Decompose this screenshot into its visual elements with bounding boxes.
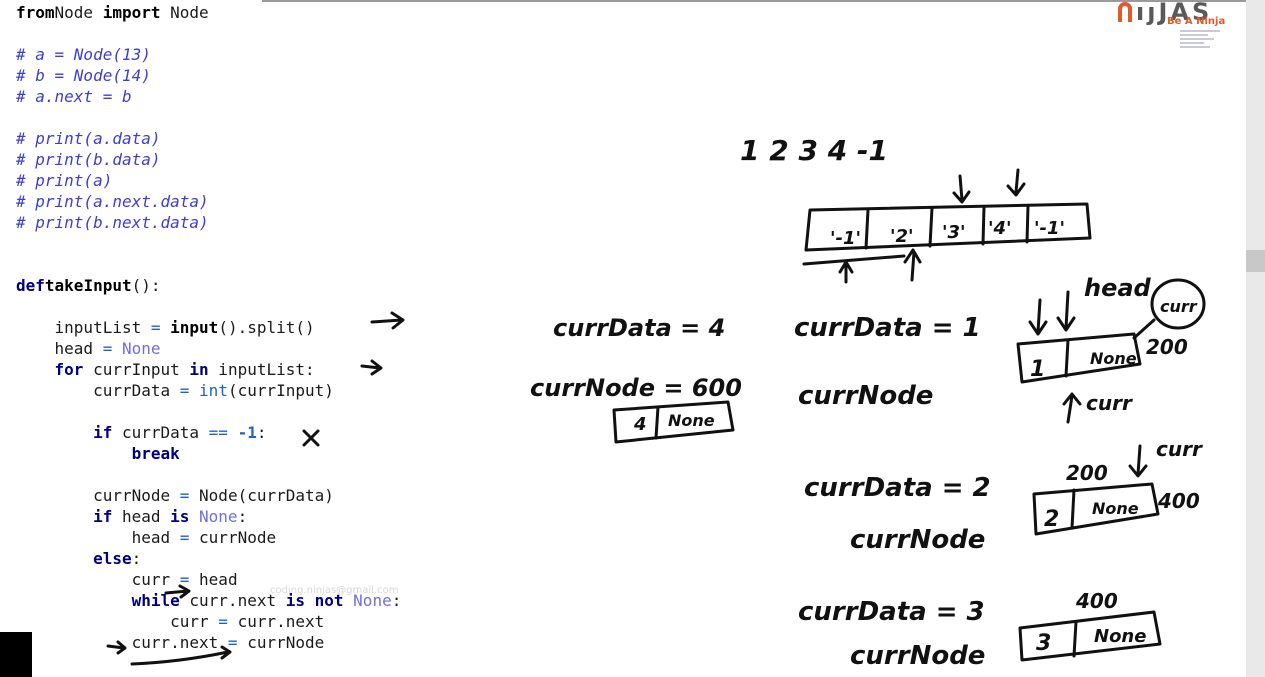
head-label: head bbox=[1084, 274, 1152, 302]
array-cell: '4' bbox=[988, 218, 1012, 239]
down-arrow-icon bbox=[1028, 298, 1048, 336]
array-cell: '3' bbox=[942, 222, 966, 243]
note-currnode-600: currNode = 600 bbox=[530, 374, 742, 402]
curr-label: curr bbox=[1160, 297, 1198, 316]
arrow-icon bbox=[164, 584, 191, 599]
svg-text:None: None bbox=[1094, 626, 1146, 647]
curr-label-2: curr bbox=[1156, 437, 1203, 461]
address-200: 200 bbox=[1146, 335, 1188, 359]
curr-label-under: curr bbox=[1086, 391, 1133, 415]
corner-overlay bbox=[0, 632, 32, 677]
screen-recording-frame: fromNode import Node # a = Node(13) # b = … bbox=[0, 0, 1265, 677]
note-currdata-3: currData = 3 bbox=[798, 597, 985, 627]
up-arrow-icon bbox=[903, 248, 922, 282]
down-arrow-icon bbox=[1006, 168, 1026, 197]
array-cell: '-1' bbox=[1034, 218, 1065, 239]
svg-text:3: 3 bbox=[1036, 631, 1051, 656]
arrow-icon bbox=[370, 311, 405, 330]
array-cell: '-1' bbox=[830, 228, 861, 249]
arrow-icon bbox=[106, 640, 127, 655]
up-arrow-icon bbox=[1062, 392, 1082, 424]
note-currnode-3: currNode bbox=[850, 641, 985, 671]
array-underline bbox=[802, 254, 906, 266]
svg-text:1: 1 bbox=[1030, 357, 1045, 382]
input-numbers: 1 2 3 4 -1 bbox=[740, 134, 888, 167]
right-gutter bbox=[1246, 0, 1265, 677]
arrow-icon bbox=[360, 359, 383, 376]
note-currdata-1: currData = 1 bbox=[794, 313, 981, 343]
down-arrow-icon bbox=[1056, 290, 1076, 332]
address-400-b: 400 bbox=[1075, 589, 1118, 613]
svg-text:None: None bbox=[1092, 499, 1139, 518]
scrollbar-thumb[interactable] bbox=[1246, 250, 1265, 272]
handwritten-annotations: 1 2 3 4 -1 '-1' '2' '3' '4' '-1' currDat… bbox=[106, 134, 1206, 671]
note-currnode-1: currNode bbox=[798, 381, 933, 411]
array-cell: '2' bbox=[890, 226, 914, 247]
note-currdata-2: currData = 2 bbox=[804, 473, 991, 503]
cross-icon bbox=[302, 429, 320, 447]
svg-text:None: None bbox=[668, 411, 715, 430]
svg-text:None: None bbox=[1090, 349, 1137, 368]
address-400: 400 bbox=[1157, 489, 1200, 513]
down-arrow-icon bbox=[1128, 444, 1148, 478]
down-arrow-icon bbox=[952, 174, 971, 204]
address-200-b: 200 bbox=[1066, 461, 1108, 485]
svg-text:2: 2 bbox=[1044, 507, 1059, 532]
arrow-icon bbox=[130, 645, 232, 666]
up-arrow-icon bbox=[838, 260, 854, 284]
note-currnode-2: currNode bbox=[850, 525, 985, 555]
svg-text:4: 4 bbox=[633, 414, 647, 435]
note-currdata-4: currData = 4 bbox=[553, 314, 725, 342]
